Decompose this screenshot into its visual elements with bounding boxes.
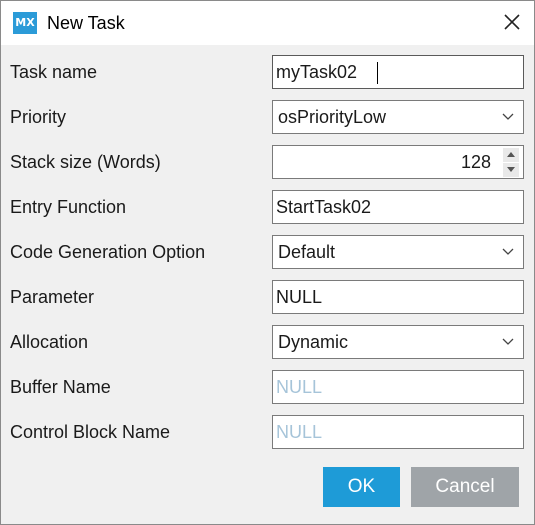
- allocation-label: Allocation: [10, 332, 89, 352]
- allocation-value: Dynamic: [278, 332, 349, 352]
- row-stack-size: Stack size (Words) 128: [1, 140, 534, 185]
- task-name-input[interactable]: myTask02: [272, 55, 524, 89]
- priority-label: Priority: [10, 107, 67, 127]
- cancel-button[interactable]: Cancel: [411, 467, 519, 507]
- spin-up-button[interactable]: [503, 148, 519, 162]
- buffer-name-label: Buffer Name: [10, 377, 111, 397]
- chevron-down-icon: [502, 248, 514, 255]
- entry-function-input[interactable]: StartTask02: [272, 190, 524, 224]
- close-button[interactable]: [490, 1, 534, 45]
- ok-button[interactable]: OK: [323, 467, 400, 507]
- row-task-name: Task name myTask02: [1, 50, 534, 95]
- chevron-down-icon: [502, 113, 514, 120]
- dialog-title: New Task: [47, 13, 125, 33]
- stack-size-spinner[interactable]: 128: [272, 145, 524, 179]
- entry-function-value: StartTask02: [276, 197, 372, 217]
- spin-down-button[interactable]: [503, 163, 519, 177]
- parameter-value: NULL: [276, 287, 323, 307]
- control-block-name-placeholder: NULL: [276, 422, 323, 442]
- stm32cubemx-logo-icon: MX: [13, 12, 37, 34]
- entry-function-label: Entry Function: [10, 197, 127, 217]
- parameter-input[interactable]: NULL: [272, 280, 524, 314]
- task-name-label: Task name: [10, 62, 98, 82]
- control-block-name-label: Control Block Name: [10, 422, 171, 442]
- row-allocation: Allocation Dynamic: [1, 320, 534, 365]
- text-cursor: [377, 62, 378, 84]
- title-bar[interactable]: MX New Task: [1, 1, 534, 45]
- row-entry-function: Entry Function StartTask02: [1, 185, 534, 230]
- priority-select[interactable]: osPriorityLow: [272, 100, 524, 134]
- close-icon: [504, 14, 520, 30]
- row-control-block-name: Control Block Name NULL: [1, 410, 534, 455]
- chevron-down-icon: [502, 338, 514, 345]
- priority-value: osPriorityLow: [278, 107, 387, 127]
- control-block-name-input[interactable]: NULL: [272, 415, 524, 449]
- triangle-up-icon: [507, 152, 515, 157]
- stack-size-value: 128: [460, 152, 491, 172]
- code-generation-select[interactable]: Default: [272, 235, 524, 269]
- row-priority: Priority osPriorityLow: [1, 95, 534, 140]
- allocation-select[interactable]: Dynamic: [272, 325, 524, 359]
- triangle-down-icon: [507, 167, 515, 172]
- new-task-dialog: MX New Task Task name myTask02 Priority …: [0, 0, 535, 525]
- row-parameter: Parameter NULL: [1, 275, 534, 320]
- parameter-label: Parameter: [10, 287, 95, 307]
- row-code-generation: Code Generation Option Default: [1, 230, 534, 275]
- buffer-name-input[interactable]: NULL: [272, 370, 524, 404]
- code-generation-value: Default: [278, 242, 336, 262]
- task-name-value: myTask02: [276, 62, 358, 82]
- buffer-name-placeholder: NULL: [276, 377, 323, 397]
- code-generation-label: Code Generation Option: [10, 242, 206, 262]
- stack-size-label: Stack size (Words): [10, 152, 161, 172]
- row-buffer-name: Buffer Name NULL: [1, 365, 534, 410]
